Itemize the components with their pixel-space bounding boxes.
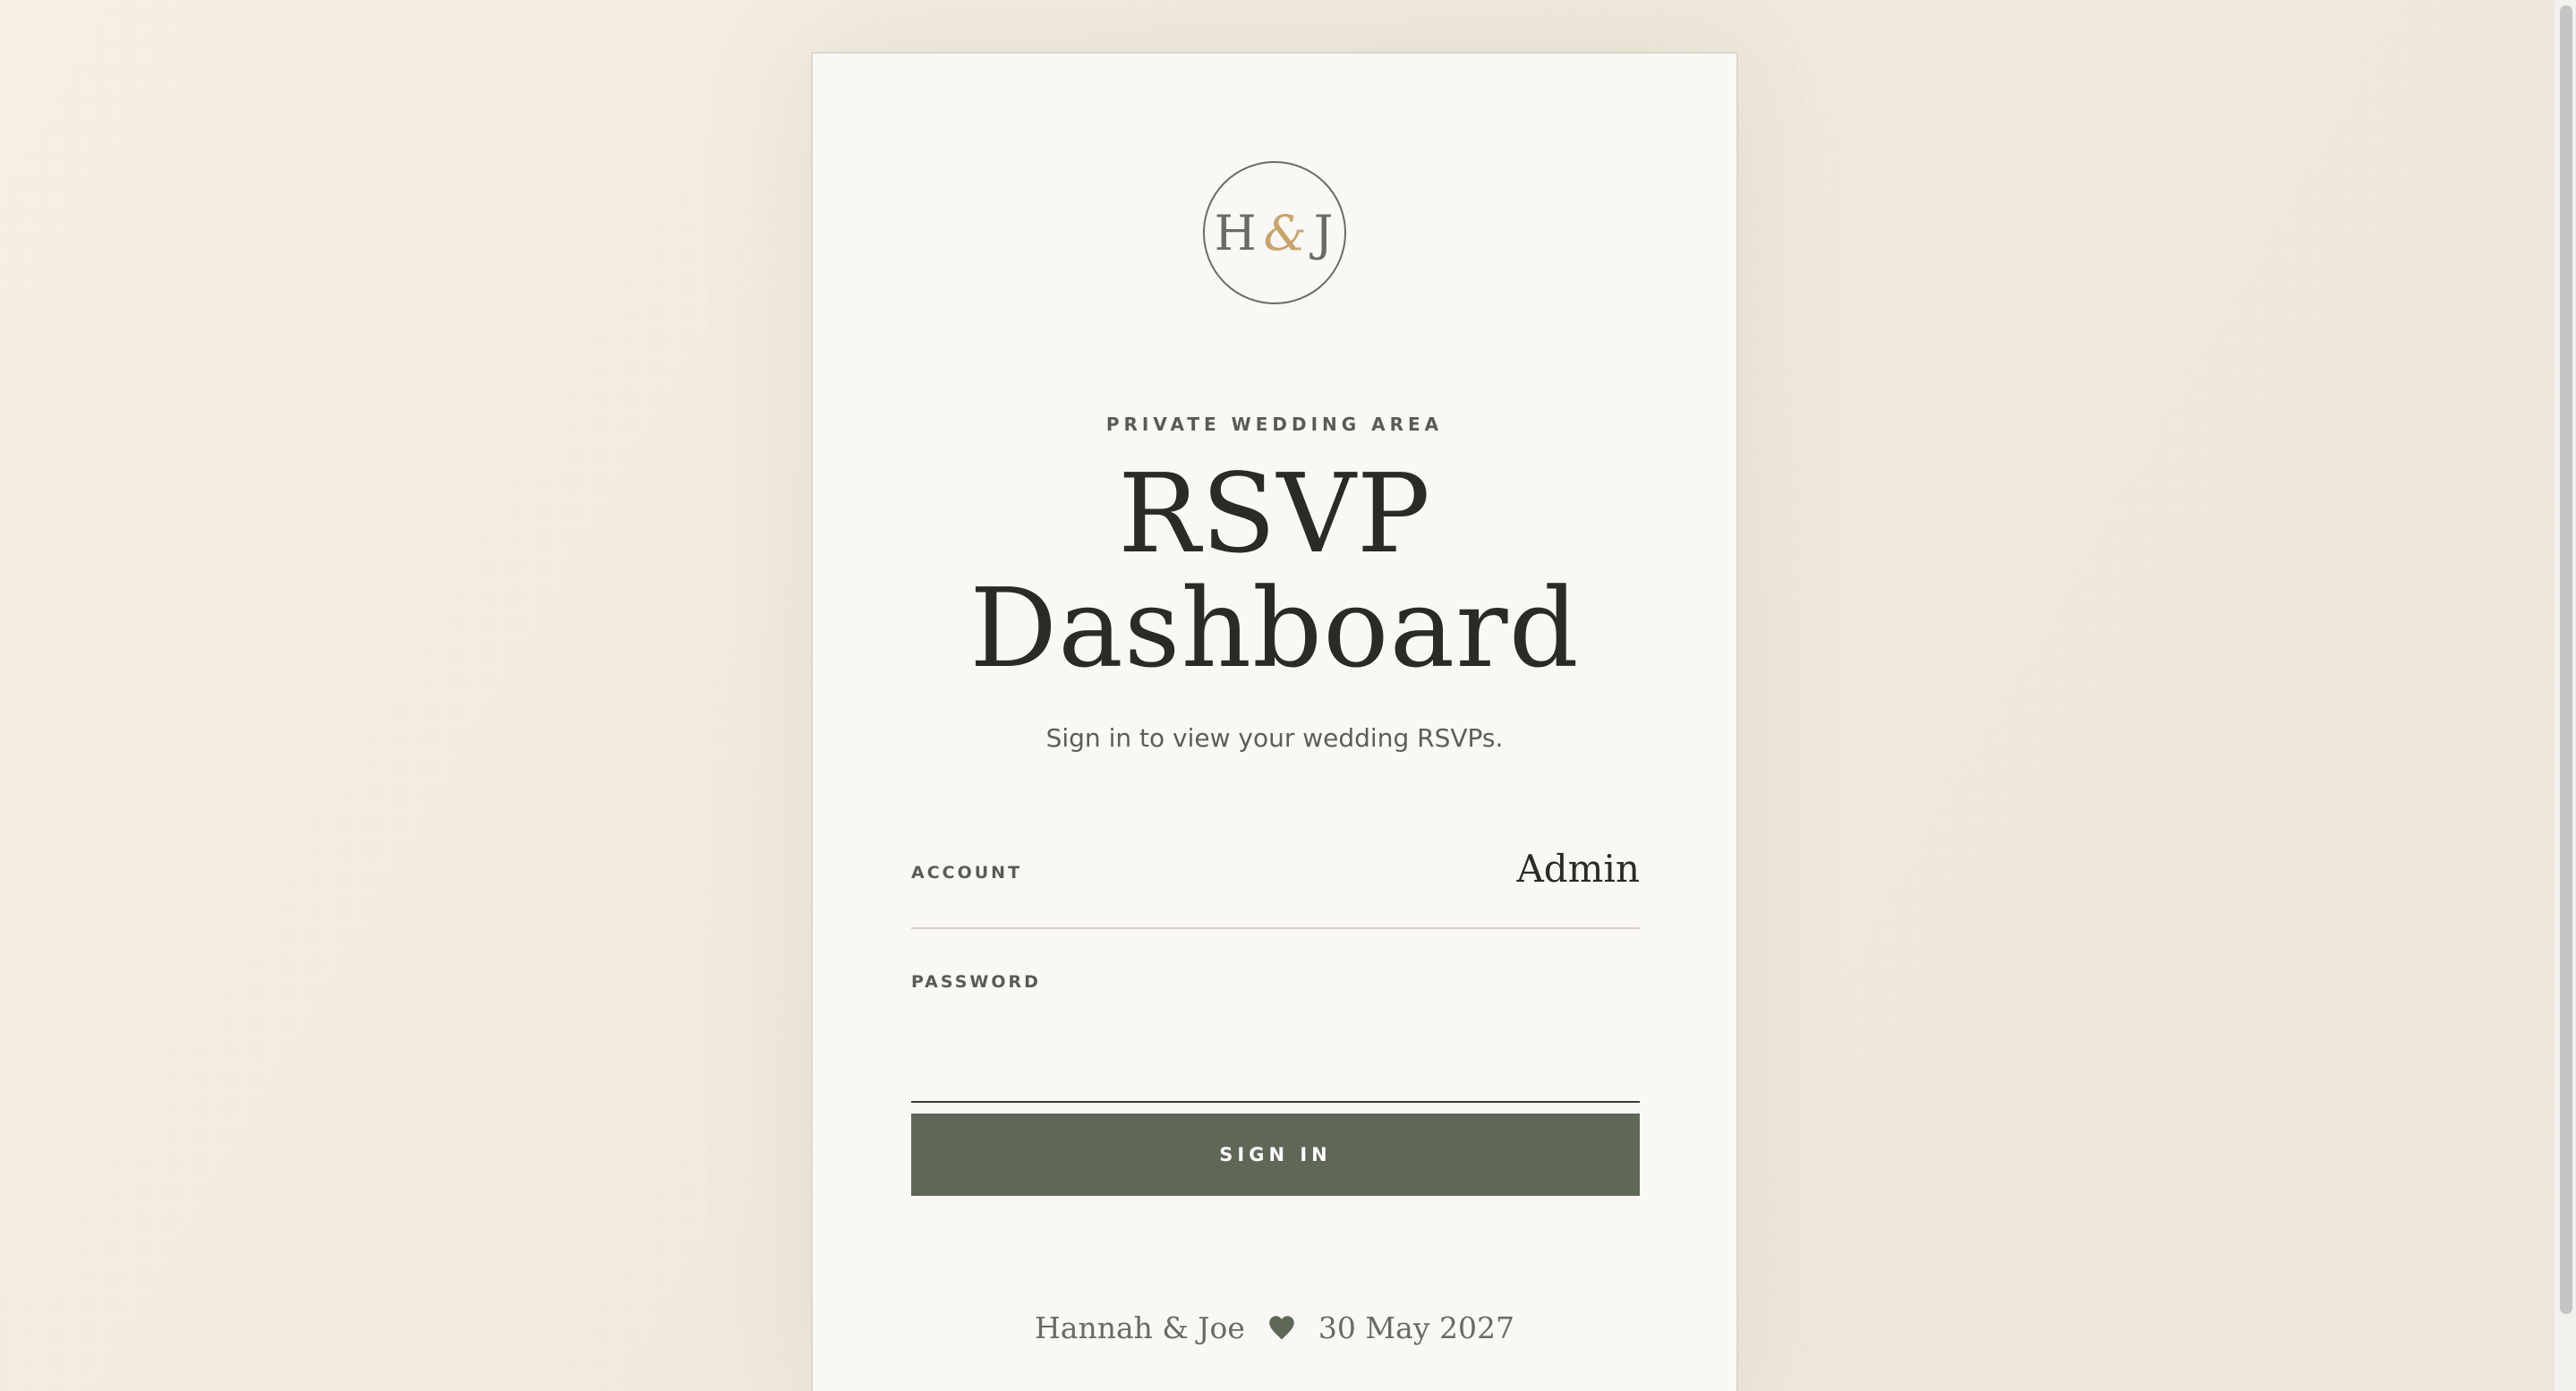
eyebrow-label: PRIVATE WEDDING AREA bbox=[1105, 414, 1444, 435]
password-input[interactable] bbox=[911, 1024, 1640, 1101]
footer: Hannah & Joe 30 May 2027 bbox=[813, 1310, 1736, 1345]
page-title-line-2: Dashboard bbox=[969, 565, 1580, 692]
password-field: PASSWORD bbox=[911, 958, 1640, 1103]
account-label: ACCOUNT bbox=[911, 863, 1023, 883]
monogram-ampersand: & bbox=[1263, 204, 1309, 261]
account-value[interactable]: Admin bbox=[1516, 847, 1640, 891]
heart-icon bbox=[1269, 1315, 1294, 1339]
footer-couple-names: Hannah & Joe bbox=[1035, 1310, 1245, 1345]
page-title: RSVP Dashboard bbox=[813, 457, 1736, 686]
password-label: PASSWORD bbox=[911, 972, 1041, 992]
scrollbar-thumb[interactable] bbox=[2560, 5, 2572, 1314]
monogram-left-initial: H bbox=[1214, 204, 1258, 261]
monogram-right-initial: J bbox=[1313, 204, 1335, 261]
page-scrollbar[interactable] bbox=[2555, 0, 2576, 1391]
monogram-logo: H & J bbox=[1203, 161, 1346, 304]
login-card: H & J PRIVATE WEDDING AREA RSVP Dashboar… bbox=[811, 52, 1738, 1391]
page-subtitle: Sign in to view your wedding RSVPs. bbox=[1045, 723, 1504, 753]
account-field[interactable]: ACCOUNT Admin bbox=[911, 832, 1640, 929]
sign-in-button[interactable]: SIGN IN bbox=[911, 1114, 1640, 1196]
footer-wedding-date: 30 May 2027 bbox=[1318, 1310, 1514, 1345]
page-title-line-1: RSVP bbox=[1118, 450, 1431, 577]
